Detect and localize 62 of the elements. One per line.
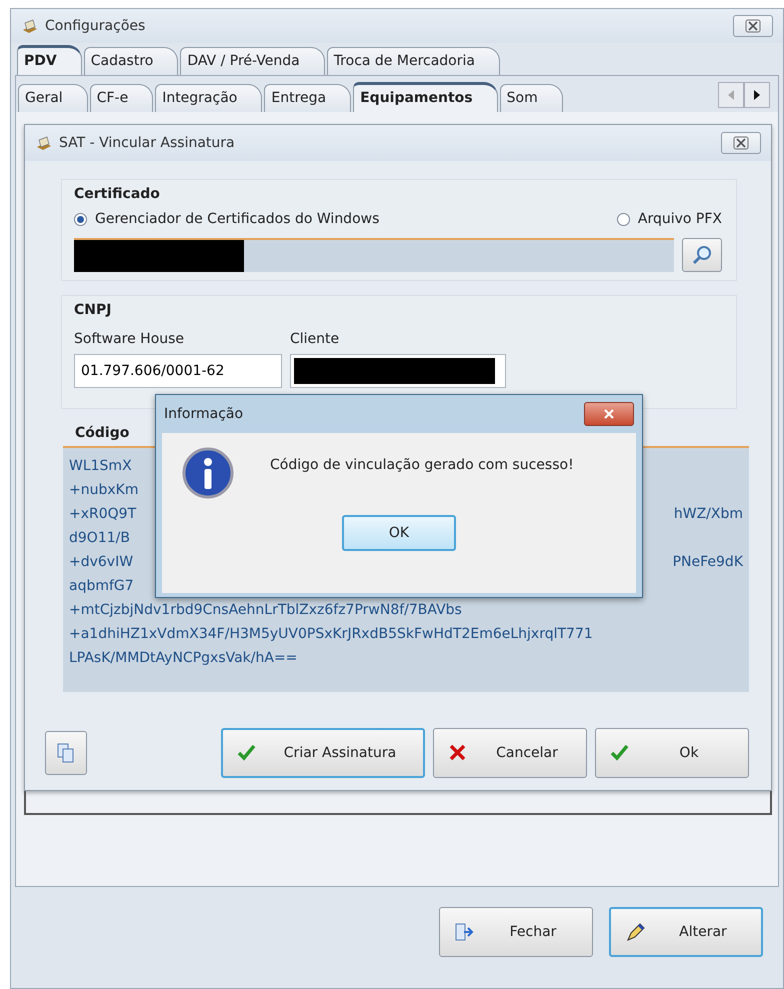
- dialog-title: Informação: [164, 406, 244, 422]
- tab[interactable]: Cadastro: [84, 47, 178, 75]
- field-label: Cliente: [290, 330, 340, 349]
- code-text: aqbmfG7: [69, 577, 134, 596]
- tab[interactable]: Troca de Mercadoria: [326, 47, 500, 75]
- close-button[interactable]: [721, 132, 761, 154]
- app-icon: [21, 18, 39, 34]
- code-text: +a1dhiHZ1xVdmX34F/H3M5yUV0PSxKrJRxdB5SkFwHdT2Em6eLhjxrqlT771: [69, 625, 593, 644]
- close-icon: [733, 136, 749, 150]
- input-field[interactable]: 01.797.606/0001-62: [74, 354, 282, 388]
- action-button[interactable]: Fechar: [439, 907, 593, 957]
- certificate-field[interactable]: [74, 238, 674, 272]
- ok-button[interactable]: OK: [342, 515, 456, 551]
- code-text: PNeFe9dK: [672, 553, 743, 572]
- copy-icon: [56, 742, 76, 764]
- code-text: +nubxKm: [69, 481, 138, 500]
- action-button[interactable]: Criar Assinatura: [221, 728, 425, 778]
- search-icon: [691, 244, 713, 266]
- pen-icon: [625, 922, 645, 942]
- close-icon: [745, 19, 761, 33]
- group-title: Certificado: [74, 185, 161, 204]
- check-icon: [237, 743, 257, 763]
- radio-option[interactable]: Gerenciador de Certificados do Windows: [74, 209, 380, 230]
- radio-option[interactable]: Arquivo PFX: [616, 209, 722, 230]
- tab[interactable]: Equipamentos: [353, 82, 498, 112]
- code-text: LPAsK/MMDtAyNCPgxsVak/hA==: [69, 649, 298, 668]
- search-button[interactable]: [682, 238, 722, 272]
- code-text: WL1SmX: [69, 457, 132, 476]
- cross-icon: [448, 743, 468, 763]
- tab[interactable]: DAV / Pré-Venda: [180, 47, 325, 75]
- tab[interactable]: Integração: [155, 84, 262, 112]
- scroll-right-button[interactable]: [744, 82, 770, 108]
- dialog-title: SAT - Vincular Assinatura: [59, 134, 235, 152]
- left-arrow-icon: [727, 90, 735, 100]
- code-text: +mtCjzbjNdv1rbd9CnsAehnLrTblZxz6fz7PrwN8f/7BAVbs: [69, 601, 462, 620]
- tab[interactable]: Geral: [18, 84, 88, 112]
- close-button[interactable]: [584, 402, 634, 426]
- action-button[interactable]: Ok: [595, 728, 749, 778]
- code-text: hWZ/Xbm: [674, 505, 743, 524]
- input-field[interactable]: [290, 354, 506, 388]
- tab[interactable]: Som: [500, 84, 563, 112]
- copy-button[interactable]: [45, 731, 87, 775]
- action-button[interactable]: Alterar: [609, 907, 763, 957]
- group-title: CNPJ: [74, 301, 112, 320]
- info-icon: [182, 447, 234, 499]
- code-text: +xR0Q9T: [69, 505, 136, 524]
- message-text: Código de vinculação gerado com sucesso!: [270, 457, 574, 473]
- close-button[interactable]: [733, 15, 773, 37]
- action-button[interactable]: Cancelar: [433, 728, 587, 778]
- right-arrow-icon: [753, 90, 761, 100]
- window-title: Configurações: [45, 16, 146, 36]
- close-icon: [603, 408, 615, 420]
- code-text: +dv6vIW: [69, 553, 134, 572]
- check-icon: [610, 743, 630, 763]
- code-text: d9O11/B: [69, 529, 130, 548]
- tab[interactable]: PDV: [17, 45, 82, 75]
- app-icon: [35, 135, 53, 151]
- door-icon: [454, 922, 474, 942]
- group-title: Código: [75, 424, 130, 443]
- tab[interactable]: Entrega: [264, 84, 352, 112]
- tab[interactable]: CF-e: [90, 84, 154, 112]
- field-label: Software House: [74, 330, 186, 349]
